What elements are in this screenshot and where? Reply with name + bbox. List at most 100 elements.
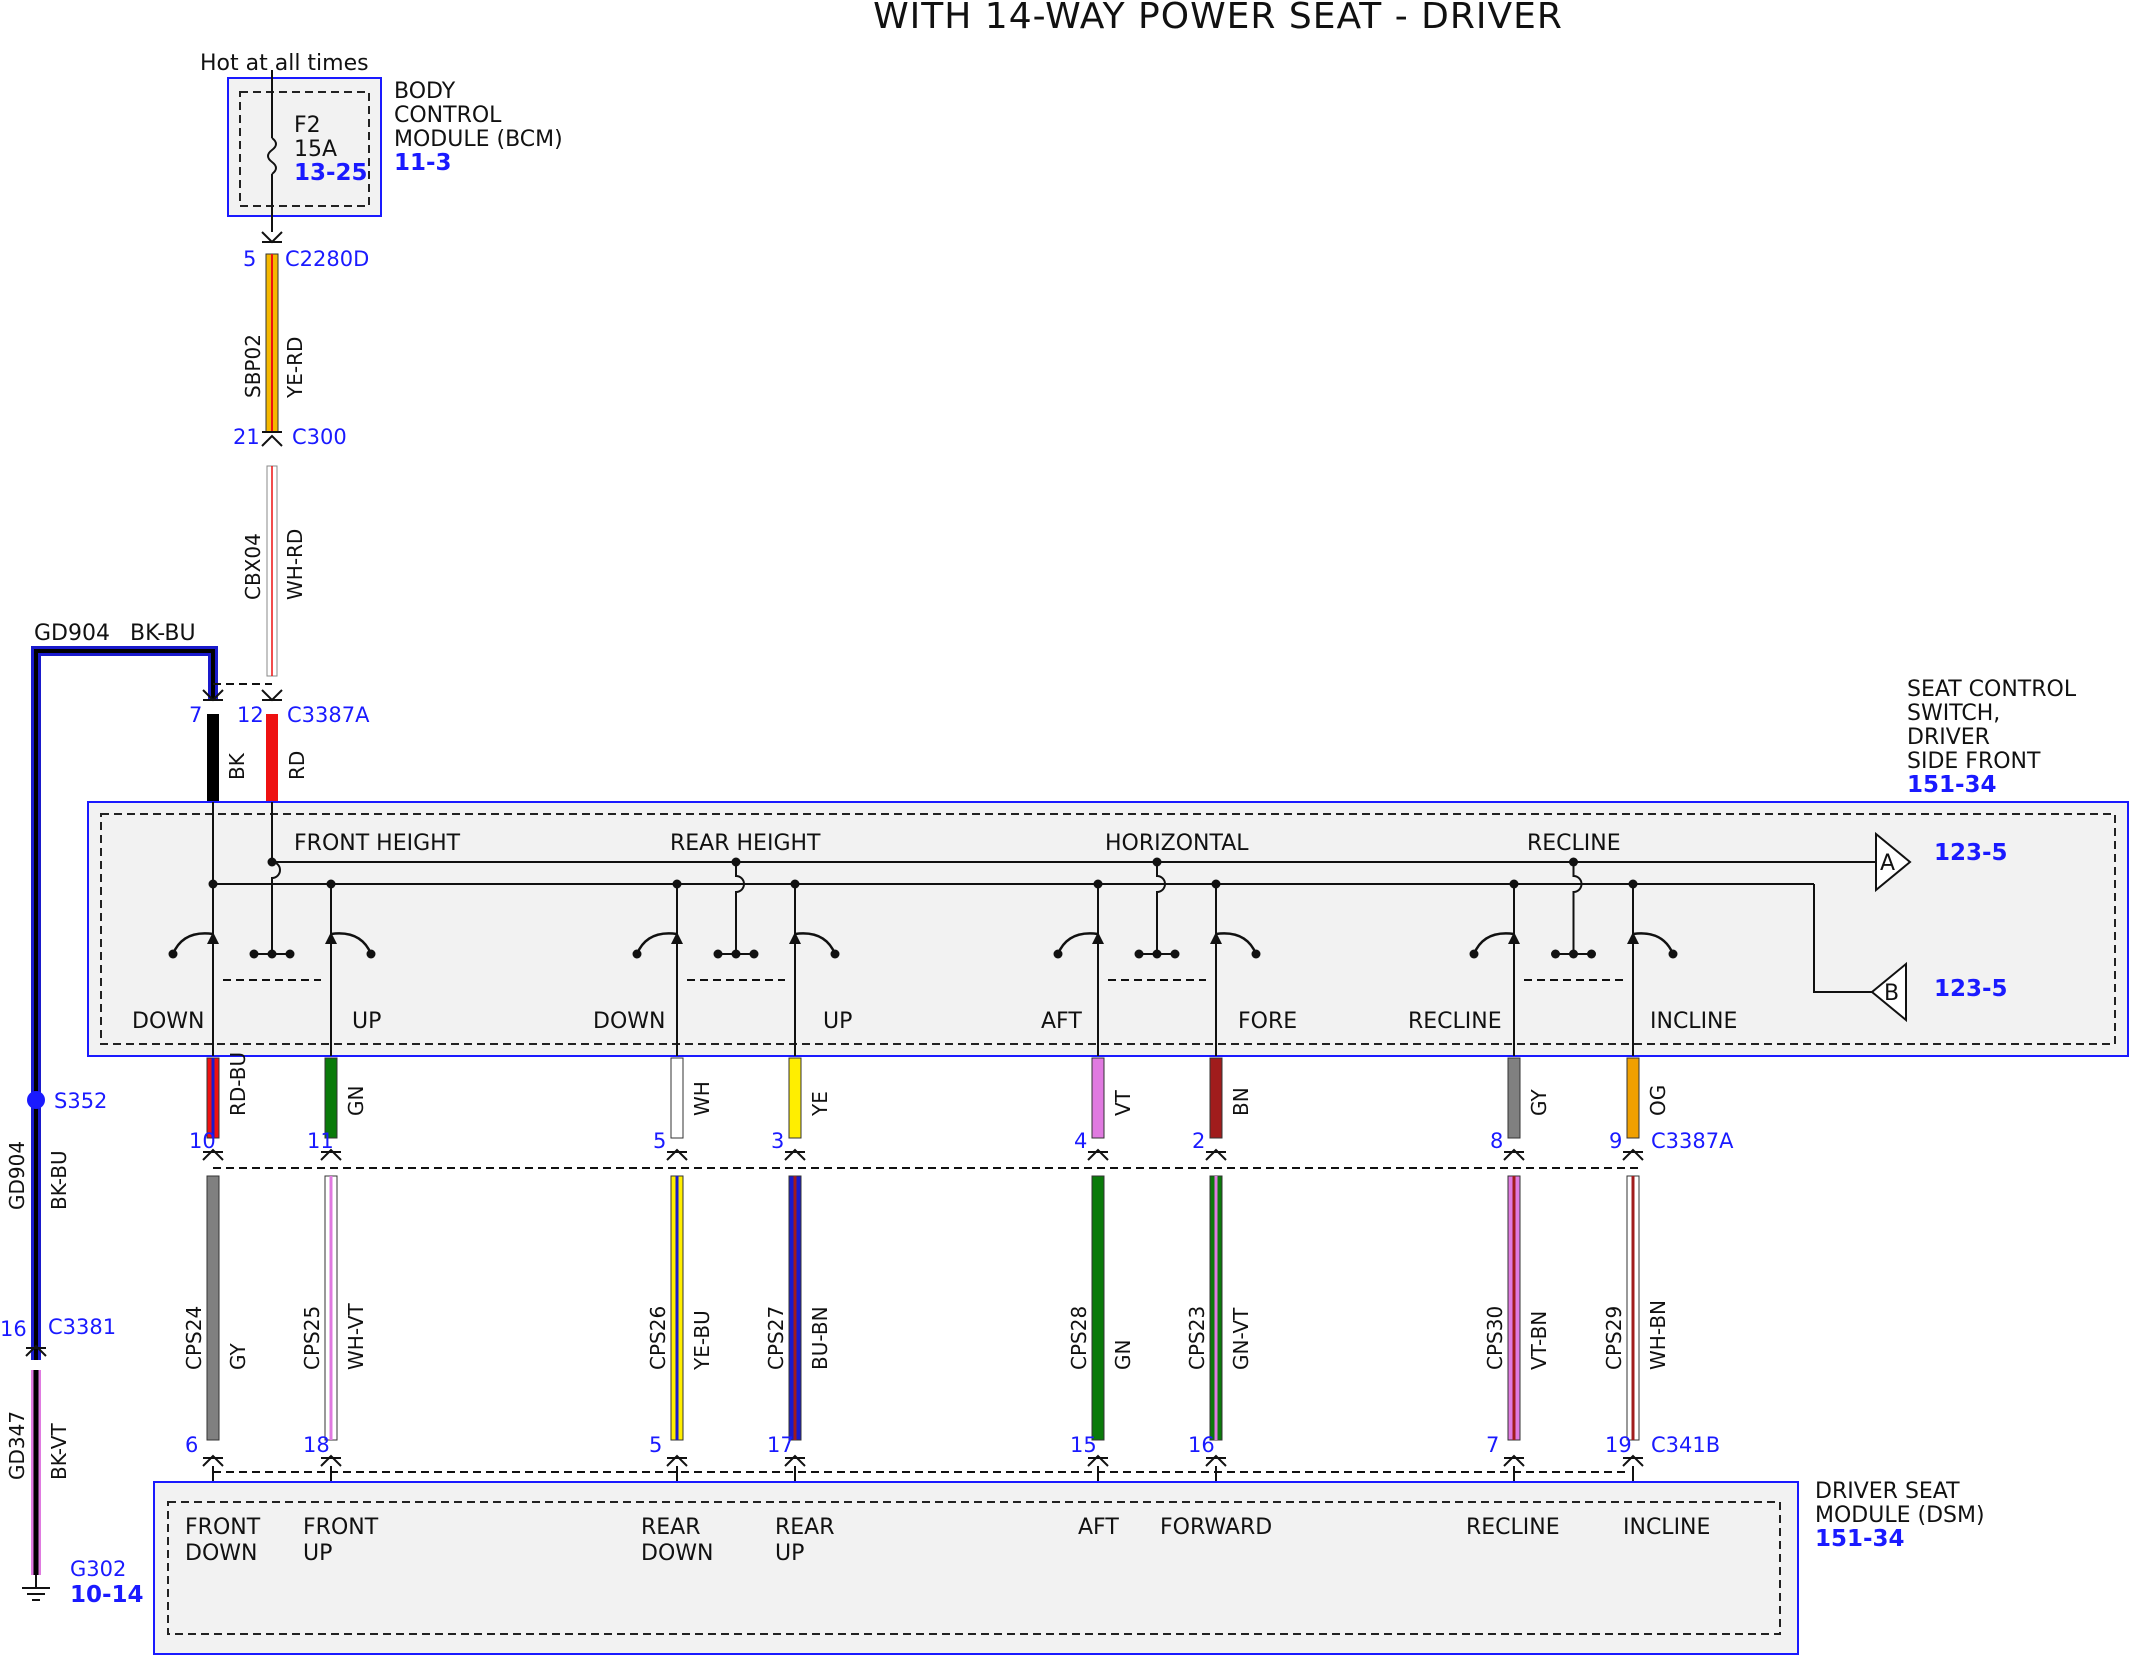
position-label: RECLINE	[1408, 1009, 1502, 1034]
gd904-color-top: BK-BU	[130, 621, 196, 646]
wire-color-label: WH-VT	[344, 1302, 368, 1370]
ground-g302-label: G302	[70, 1557, 126, 1581]
switch-pin: 3	[771, 1129, 784, 1153]
wire-color-label: GY	[1527, 1088, 1551, 1116]
dsm-pin: 17	[767, 1433, 794, 1457]
switch-pin: 10	[189, 1129, 216, 1153]
wire-color-label: YE	[808, 1091, 832, 1117]
section-horizontal: HORIZONTAL	[1105, 831, 1249, 856]
switch-name-line3: DRIVER	[1907, 725, 1990, 750]
dsm-function-label: FRONT	[185, 1515, 261, 1540]
switch-pin: 8	[1490, 1129, 1503, 1153]
dsm-name-line2: MODULE (DSM)	[1815, 1503, 1985, 1528]
fuse-rating: 15A	[294, 137, 337, 162]
switch-pin: 9	[1609, 1129, 1622, 1153]
wire-cps23-stripe	[1214, 1176, 1218, 1440]
dsm-pin: 15	[1070, 1433, 1097, 1457]
contact-dot	[1152, 949, 1162, 959]
dsm-pin: 19	[1605, 1433, 1632, 1457]
dsm-box	[153, 1481, 1799, 1655]
dsm-pin: 6	[185, 1433, 198, 1457]
c2280d-pin: 5	[243, 247, 256, 271]
bcm-ref-link[interactable]: 11-3	[394, 150, 452, 176]
fuse-ref-link[interactable]: 13-25	[294, 160, 368, 186]
dsm-function-label: REAR	[641, 1515, 701, 1540]
wire-wh	[670, 1057, 684, 1139]
wire-color-label: YE-BU	[690, 1310, 714, 1371]
cbx04-circuit: CBX04	[241, 533, 265, 600]
dsm-pin: 5	[649, 1433, 662, 1457]
offpage-b-ref-link[interactable]: 123-5	[1934, 976, 2008, 1002]
position-label: UP	[823, 1009, 852, 1034]
dsm-function-label: REAR	[775, 1515, 835, 1540]
dsm-function-label: DOWN	[185, 1541, 257, 1566]
connector-icon	[261, 689, 283, 702]
bcm-name-line3: MODULE (BCM)	[394, 127, 563, 152]
offpage-a-ref-link[interactable]: 123-5	[1934, 840, 2008, 866]
wire-color-label: WH-BN	[1646, 1300, 1670, 1370]
wire-color-label: BU-BN	[808, 1306, 832, 1370]
wire-gy	[1507, 1057, 1521, 1139]
wire-vt	[1091, 1057, 1105, 1139]
offpage-a-label: A	[1880, 851, 1895, 876]
harness-wires: RD-BU 10 CPS24 GY 6 GN 11 CPS25 WH-VT 18 WH 5 CPS26 Y…	[182, 1052, 1670, 1502]
wire-bk-color: BK	[225, 752, 249, 780]
circuit-label: CPS23	[1185, 1306, 1209, 1370]
dsm-ref-link[interactable]: 151-34	[1815, 1526, 1905, 1552]
section-recline: RECLINE	[1527, 831, 1621, 856]
c300-connector: C300	[292, 425, 347, 449]
wire-cps24	[206, 1175, 220, 1441]
circuit-label: CPS27	[764, 1306, 788, 1370]
connector-icon	[261, 434, 283, 447]
contact-dot	[1134, 949, 1144, 959]
sbp02-circuit: SBP02	[241, 334, 265, 398]
wire-color-label: WH	[690, 1081, 714, 1116]
circuit-label: CPS25	[300, 1306, 324, 1370]
offpage-b-label: B	[1884, 981, 1899, 1006]
switch-pin: 2	[1192, 1129, 1205, 1153]
contact-dot	[731, 949, 741, 959]
circuit-label: CPS28	[1067, 1306, 1091, 1370]
dsm-pin: 18	[303, 1433, 330, 1457]
wire-color-label: VT-BN	[1527, 1311, 1551, 1370]
c300-pin: 21	[233, 425, 260, 449]
wire-color-label: GY	[226, 1342, 250, 1370]
switch-name-line2: SWITCH,	[1907, 701, 2000, 726]
contact-dot	[267, 949, 277, 959]
switch-name-line4: SIDE FRONT	[1907, 749, 2041, 774]
wire-rd-color: RD	[285, 751, 309, 780]
position-label: FORE	[1238, 1009, 1297, 1034]
switch-ref-link[interactable]: 151-34	[1907, 772, 1997, 798]
position-label: UP	[352, 1009, 381, 1034]
c2280d-connector: C2280D	[285, 247, 369, 271]
gd347-circuit: GD347	[5, 1411, 29, 1480]
bcm-name-line2: CONTROL	[394, 103, 502, 128]
wire-rd-bu-stripe	[211, 1058, 215, 1138]
wire-cps28	[1091, 1175, 1105, 1441]
circuit-label: CPS24	[182, 1306, 206, 1370]
dsm-function-label: INCLINE	[1623, 1515, 1710, 1540]
gd904-circuit-side: GD904	[5, 1141, 29, 1210]
section-rear-height: REAR HEIGHT	[670, 831, 821, 856]
dsm-function-label: AFT	[1078, 1515, 1119, 1540]
ground-ref-link[interactable]: 10-14	[70, 1582, 144, 1608]
contact-dot	[1587, 949, 1596, 959]
wire-ye	[788, 1057, 802, 1139]
wire-cps25-stripe	[329, 1176, 333, 1440]
sbp02-color: YE-RD	[283, 337, 307, 399]
wire-color-label: GN	[344, 1086, 368, 1116]
gd347-color: BK-VT	[47, 1423, 71, 1480]
bcm-name-line1: BODY	[394, 79, 456, 104]
position-label: DOWN	[132, 1009, 204, 1034]
wire-bk	[207, 714, 219, 802]
dsm-function-label: FORWARD	[1160, 1515, 1272, 1540]
fuse-name: F2	[294, 113, 321, 138]
wiring-diagram: WITH 14-WAY POWER SEAT - DRIVER Hot at a…	[0, 0, 2129, 1655]
wire-color-label: GN-VT	[1229, 1307, 1253, 1370]
cbx04-color: WH-RD	[283, 529, 307, 600]
wire-color-label: VT	[1111, 1089, 1135, 1116]
gd904-circuit-top: GD904	[34, 621, 110, 646]
contact-dot	[1569, 949, 1578, 959]
wire-gn	[324, 1057, 338, 1139]
dsm-function-label: RECLINE	[1466, 1515, 1560, 1540]
